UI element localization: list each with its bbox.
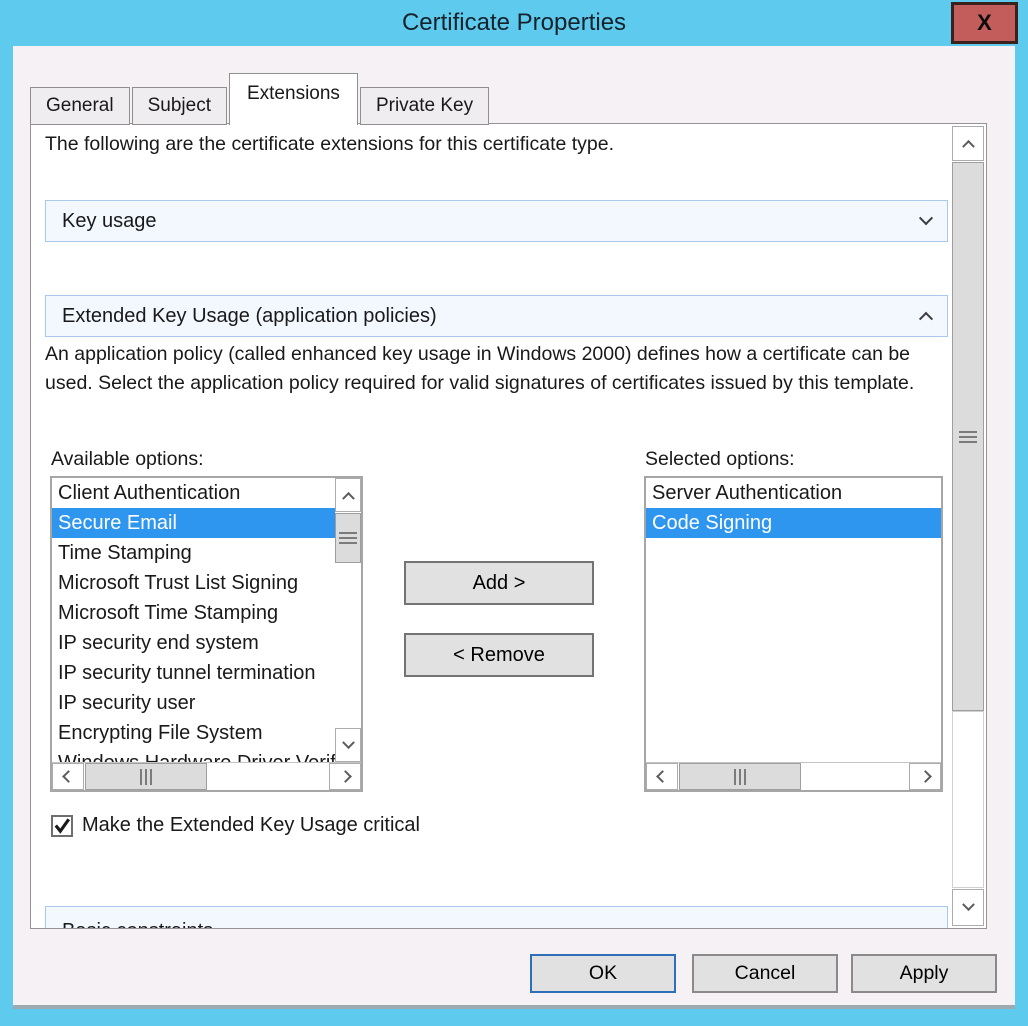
list-rows: Server Authentication Code Signing <box>646 478 941 762</box>
scroll-down-button[interactable] <box>952 889 984 926</box>
section-header-extended-key-usage[interactable]: Extended Key Usage (application policies… <box>45 295 948 337</box>
checkbox-label: Make the Extended Key Usage critical <box>82 814 420 837</box>
scrollbar-thumb[interactable] <box>679 763 801 790</box>
critical-checkbox-row[interactable]: Make the Extended Key Usage critical <box>51 814 420 837</box>
list-item[interactable]: Windows Hardware Driver Verification <box>52 748 335 762</box>
available-options-list: Client Authentication Secure Email Time … <box>50 476 363 792</box>
close-button[interactable]: X <box>951 2 1018 44</box>
tab-strip: General Subject Extensions Private Key <box>30 73 491 125</box>
available-options-label: Available options: <box>51 448 204 471</box>
section-label: Key usage <box>62 210 157 233</box>
horizontal-scrollbar[interactable] <box>52 762 361 790</box>
gripper-icon <box>739 769 741 785</box>
chevron-right-icon <box>919 770 932 783</box>
selected-options-list: Server Authentication Code Signing <box>644 476 943 792</box>
certificate-properties-dialog: General Subject Extensions Private Key T… <box>13 46 1015 1009</box>
add-button[interactable]: Add > <box>404 561 594 605</box>
section-label: Basic constraints <box>62 920 213 929</box>
scroll-down-button[interactable] <box>335 728 361 762</box>
cancel-button[interactable]: Cancel <box>692 954 838 993</box>
remove-button[interactable]: < Remove <box>404 633 594 677</box>
intro-text: The following are the certificate extens… <box>45 133 614 156</box>
scrollbar-thumb[interactable] <box>85 763 207 790</box>
chevron-left-icon <box>656 770 669 783</box>
list-item[interactable]: IP security tunnel termination <box>52 658 335 688</box>
scrollbar-track[interactable] <box>952 711 984 888</box>
chevron-down-icon <box>342 736 355 749</box>
list-item[interactable]: Server Authentication <box>646 478 941 508</box>
ok-button[interactable]: OK <box>530 954 676 993</box>
horizontal-scrollbar[interactable] <box>646 762 941 790</box>
extensions-tab-page: The following are the certificate extens… <box>30 123 987 929</box>
tab-private-key[interactable]: Private Key <box>360 87 489 125</box>
scroll-up-button[interactable] <box>335 478 361 512</box>
close-icon: X <box>977 10 992 36</box>
list-item[interactable]: IP security end system <box>52 628 335 658</box>
scrollbar-thumb[interactable] <box>952 162 984 711</box>
chevron-down-icon <box>962 898 975 911</box>
tab-extensions[interactable]: Extensions <box>229 73 358 125</box>
scrollbar-thumb[interactable] <box>335 513 361 563</box>
window-title: Certificate Properties <box>0 0 1028 46</box>
title-bar: Certificate Properties <box>0 0 1028 46</box>
chevron-up-icon <box>342 491 355 504</box>
chevron-up-icon <box>962 140 975 153</box>
scroll-left-button[interactable] <box>646 763 678 790</box>
section-header-key-usage[interactable]: Key usage <box>45 200 948 242</box>
vertical-scrollbar[interactable] <box>335 478 361 762</box>
section-header-basic-constraints[interactable]: Basic constraints <box>45 906 948 929</box>
checkbox-checked[interactable] <box>51 815 73 837</box>
list-rows: Client Authentication Secure Email Time … <box>52 478 335 762</box>
list-item[interactable]: IP security user <box>52 688 335 718</box>
list-item[interactable]: Microsoft Time Stamping <box>52 598 335 628</box>
scroll-right-button[interactable] <box>329 763 361 790</box>
chevron-right-icon <box>339 770 352 783</box>
list-item-selected[interactable]: Secure Email <box>52 508 335 538</box>
apply-button[interactable]: Apply <box>851 954 997 993</box>
scroll-left-button[interactable] <box>52 763 84 790</box>
list-item[interactable]: Microsoft Trust List Signing <box>52 568 335 598</box>
gripper-icon <box>145 769 147 785</box>
tab-general[interactable]: General <box>30 87 130 125</box>
list-item-selected[interactable]: Code Signing <box>646 508 941 538</box>
chevron-left-icon <box>62 770 75 783</box>
list-item[interactable]: Client Authentication <box>52 478 335 508</box>
tab-subject[interactable]: Subject <box>132 87 227 125</box>
gripper-icon <box>959 436 977 438</box>
section-label: Extended Key Usage (application policies… <box>62 305 437 328</box>
scroll-right-button[interactable] <box>909 763 941 790</box>
list-item[interactable]: Encrypting File System <box>52 718 335 748</box>
chevron-up-icon <box>919 312 933 326</box>
chevron-down-icon <box>919 211 933 225</box>
scroll-up-button[interactable] <box>952 126 984 161</box>
gripper-icon <box>339 537 357 539</box>
checkmark-icon <box>53 816 71 835</box>
page-vertical-scrollbar[interactable] <box>952 126 984 926</box>
selected-options-label: Selected options: <box>645 448 795 471</box>
list-item[interactable]: Time Stamping <box>52 538 335 568</box>
eku-description: An application policy (called enhanced k… <box>45 340 950 398</box>
